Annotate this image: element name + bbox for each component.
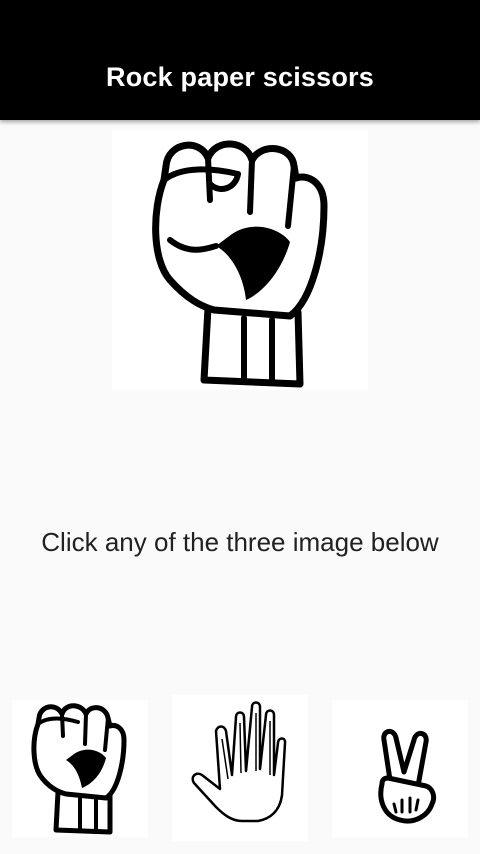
app-screen: Rock paper scissors Click any of the thr… [0, 0, 480, 854]
scissors-hand-icon [378, 729, 437, 824]
rock-fist-icon [31, 703, 127, 835]
instruction-text: Click any of the three image below [41, 527, 439, 557]
app-bar: Rock paper scissors [0, 0, 480, 120]
rock-choice-button[interactable] [12, 700, 148, 837]
paper-choice-button[interactable] [172, 695, 308, 841]
rock-fist-icon [112, 130, 368, 390]
paper-hand-icon [191, 701, 287, 823]
app-title: Rock paper scissors [106, 62, 374, 92]
scissors-choice-button[interactable] [332, 700, 468, 837]
choice-row [0, 690, 480, 854]
